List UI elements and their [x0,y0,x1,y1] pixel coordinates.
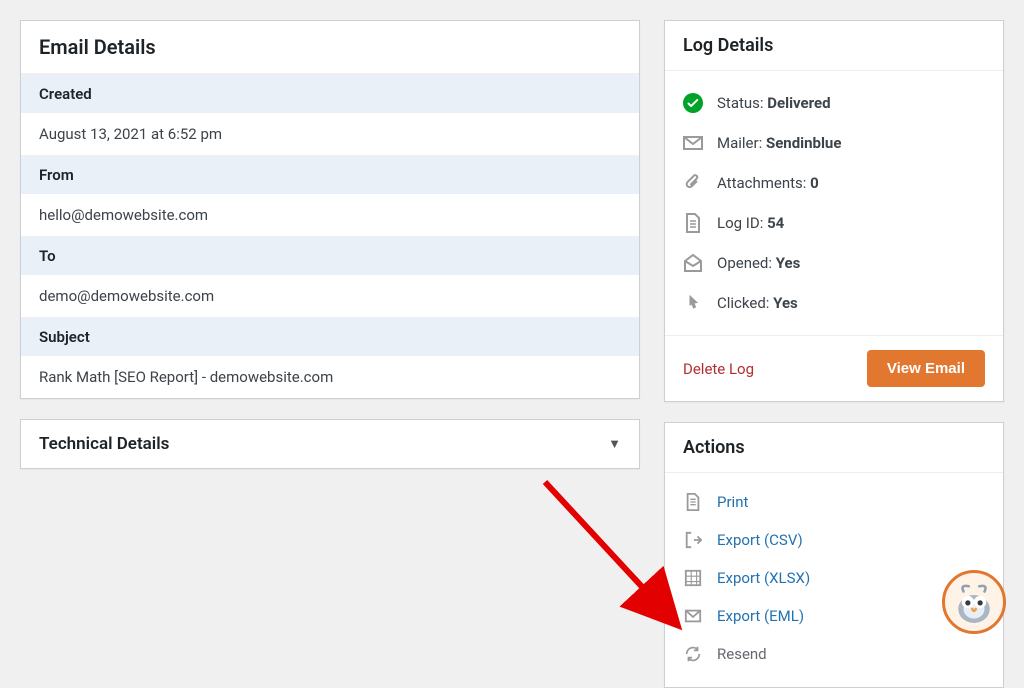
resend-action[interactable]: Resend [683,635,985,673]
created-value: August 13, 2021 at 6:52 pm [21,113,639,155]
opened-item: Opened: Yes [683,243,985,283]
technical-details-title: Technical Details [39,434,169,454]
check-circle-icon [683,93,703,113]
status-label: Status: [717,94,767,112]
actions-card: Actions Print Export (CSV) [664,422,1004,688]
log-details-card: Log Details Status: Delivered Mailer: [664,20,1004,402]
opened-label: Opened: [717,254,776,272]
subject-label: Subject [21,317,639,356]
status-item: Status: Delivered [683,83,985,123]
export-icon [683,530,703,550]
mail-icon [683,606,703,626]
actions-title: Actions [665,423,1003,473]
from-value: hello@demowebsite.com [21,194,639,236]
export-eml-label: Export (EML) [717,607,804,625]
created-row: Created August 13, 2021 at 6:52 pm [21,74,639,155]
envelope-open-icon [683,253,703,273]
log-id-label: Log ID: [717,214,767,232]
export-eml-action[interactable]: Export (EML) [683,597,985,635]
print-action[interactable]: Print [683,483,985,521]
email-details-card: Email Details Created August 13, 2021 at… [20,20,640,399]
print-label: Print [717,493,748,511]
paperclip-icon [683,173,703,193]
mailer-label: Mailer: [717,134,766,152]
subject-row: Subject Rank Math [SEO Report] - demoweb… [21,317,639,398]
spreadsheet-icon [683,568,703,588]
clicked-value: Yes [773,294,798,312]
log-id-value: 54 [767,214,784,232]
created-label: Created [21,74,639,113]
export-xlsx-label: Export (XLSX) [717,569,810,587]
from-row: From hello@demowebsite.com [21,155,639,236]
opened-value: Yes [776,254,801,272]
envelope-icon [683,133,703,153]
view-email-button[interactable]: View Email [867,350,985,387]
resend-label: Resend [717,645,767,663]
technical-details-toggle[interactable]: Technical Details ▼ [20,419,640,469]
help-mascot-button[interactable] [942,570,1006,634]
print-icon [683,492,703,512]
export-csv-action[interactable]: Export (CSV) [683,521,985,559]
to-row: To demo@demowebsite.com [21,236,639,317]
log-id-item: Log ID: 54 [683,203,985,243]
file-icon [683,213,703,233]
clicked-item: Clicked: Yes [683,283,985,323]
mailer-value: Sendinblue [766,134,841,152]
refresh-icon [683,644,703,664]
subject-value: Rank Math [SEO Report] - demowebsite.com [21,356,639,398]
chevron-down-icon: ▼ [608,436,621,452]
from-label: From [21,155,639,194]
attachments-value: 0 [810,174,819,192]
email-details-title: Email Details [21,21,639,74]
attachments-item: Attachments: 0 [683,163,985,203]
attachments-label: Attachments: [717,174,810,192]
delete-log-link[interactable]: Delete Log [683,360,754,378]
export-csv-label: Export (CSV) [717,531,803,549]
mailer-item: Mailer: Sendinblue [683,123,985,163]
status-value: Delivered [767,94,830,112]
export-xlsx-action[interactable]: Export (XLSX) [683,559,985,597]
to-label: To [21,236,639,275]
log-details-list: Status: Delivered Mailer: Sendinblue [665,71,1003,335]
to-value: demo@demowebsite.com [21,275,639,317]
clicked-label: Clicked: [717,294,773,312]
log-details-title: Log Details [665,21,1003,71]
pointer-icon [683,293,703,313]
